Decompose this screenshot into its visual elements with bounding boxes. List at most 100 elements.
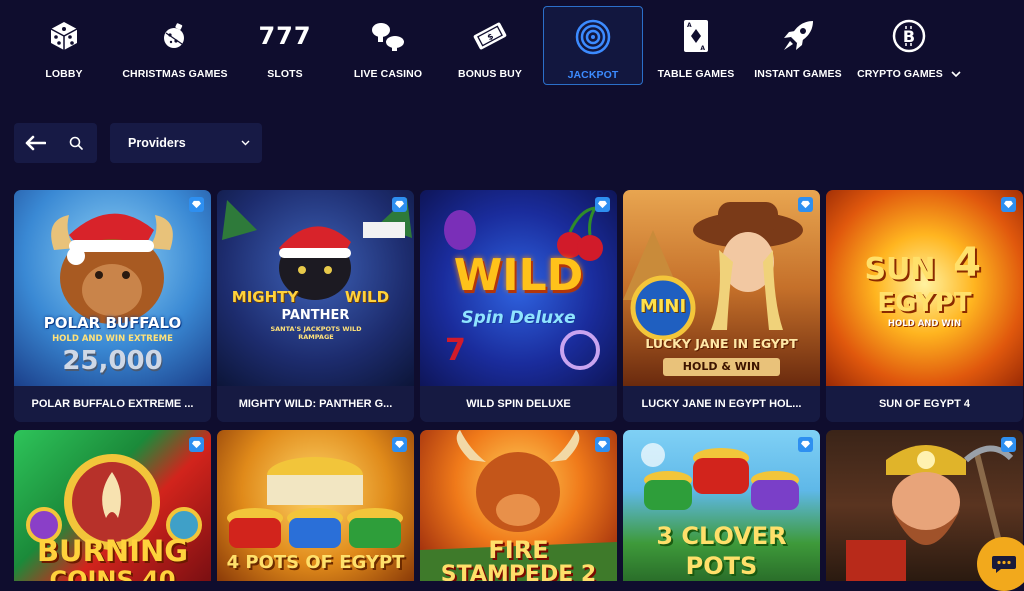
- toolbar-left: [14, 123, 97, 163]
- art-text: STAMPEDE 2: [440, 562, 597, 581]
- art-text: WILD: [453, 250, 584, 301]
- game-thumbnail: 7 WILD Spin Deluxe: [420, 190, 617, 386]
- nav-item-jackpot[interactable]: JACKPOT: [543, 6, 643, 85]
- search-icon: [69, 136, 83, 150]
- jackpot-gem-icon: [392, 197, 407, 212]
- nav-label: TABLE GAMES: [657, 68, 735, 80]
- art-text: 4 POTS OF EGYPT: [226, 552, 405, 573]
- game-title: MIGHTY WILD: PANTHER G...: [217, 386, 414, 422]
- nav-item-crypto-games[interactable]: B CRYPTO GAMES: [857, 6, 961, 85]
- back-button[interactable]: [14, 123, 55, 163]
- nav-item-slots[interactable]: 777 SLOTS: [250, 6, 320, 85]
- game-card-polar-buffalo[interactable]: POLAR BUFFALO HOLD AND WIN EXTREME 25,00…: [14, 190, 211, 422]
- art-text: 4: [953, 240, 981, 286]
- game-card-3-clover-pots[interactable]: 3 CLOVER POTS: [623, 430, 820, 581]
- art-text: LUCKY JANE IN EGYPT: [645, 336, 798, 351]
- nav-label: BONUS BUY: [458, 68, 522, 80]
- game-thumbnail: POLAR BUFFALO HOLD AND WIN EXTREME 25,00…: [14, 190, 211, 386]
- nav-label: CHRISTMAS GAMES: [122, 68, 228, 80]
- art-text: EGYPT: [877, 288, 972, 318]
- jackpot-gem-icon: [1001, 437, 1016, 452]
- art-text: HOLD AND WIN: [887, 319, 962, 329]
- nav-item-instant-games[interactable]: INSTANT GAMES: [754, 6, 842, 85]
- art-text: FIRE: [488, 536, 549, 564]
- game-thumbnail: 3 CLOVER POTS: [623, 430, 820, 581]
- jackpot-gem-icon: [1001, 197, 1016, 212]
- jackpot-gem-icon: [392, 437, 407, 452]
- search-button[interactable]: [55, 123, 96, 163]
- art-text: HOLD & WIN: [663, 358, 780, 376]
- bitcoin-icon: B: [892, 16, 926, 56]
- nav-label: LOBBY: [45, 68, 83, 80]
- art-text: 25,000: [62, 346, 163, 376]
- art-text: MINI: [639, 296, 687, 317]
- svg-text:A: A: [687, 22, 692, 29]
- svg-text:A: A: [700, 45, 705, 52]
- art-text: POTS: [685, 552, 758, 580]
- lucky-jane-illustration: [623, 202, 803, 341]
- art-text: COINS 40: [49, 566, 176, 581]
- art-text: HOLD AND WIN EXTREME: [52, 334, 173, 344]
- target-icon: [575, 17, 611, 57]
- arrow-left-icon: [25, 135, 46, 151]
- nav-item-bonus-buy[interactable]: $ BONUS BUY: [455, 6, 525, 85]
- game-thumbnail: SUN 4 EGYPT HOLD AND WIN: [826, 190, 1023, 386]
- game-card-mighty-wild-panther[interactable]: MIGHTY WILD PANTHER SANTA'S JACKPOTS WIL…: [217, 190, 414, 422]
- jackpot-gem-icon: [798, 197, 813, 212]
- jackpot-gem-icon: [189, 197, 204, 212]
- game-card-fire-stampede-2[interactable]: FIRE STAMPEDE 2: [420, 430, 617, 581]
- art-text: SANTA'S JACKPOTS WILD RAMPAGE: [270, 325, 362, 341]
- game-title: WILD SPIN DELUXE: [420, 386, 617, 422]
- art-text: BURNING: [36, 534, 189, 568]
- game-thumbnail: MINI LUCKY JANE IN EGYPT HOLD & WIN: [623, 190, 820, 386]
- game-card-4-pots-of-egypt[interactable]: 4 POTS OF EGYPT: [217, 430, 414, 581]
- playing-card-icon: AA: [683, 16, 709, 56]
- chevron-down-icon: [241, 140, 250, 146]
- art-text: 3 CLOVER: [656, 522, 787, 550]
- jackpot-gem-icon: [189, 437, 204, 452]
- svg-text:7: 7: [445, 333, 466, 368]
- nav-label: SLOTS: [267, 68, 303, 80]
- chevron-down-icon: [951, 70, 961, 77]
- art-text: POLAR BUFFALO: [43, 314, 182, 332]
- game-card-burning-coins[interactable]: BURNING COINS 40: [14, 430, 211, 581]
- jackpot-gem-icon: [595, 437, 610, 452]
- providers-dropdown[interactable]: Providers: [110, 123, 262, 163]
- game-thumbnail: FIRE STAMPEDE 2: [420, 430, 617, 581]
- nav-item-table-games[interactable]: AA TABLE GAMES: [656, 6, 736, 85]
- ticket-icon: $: [472, 16, 508, 56]
- live-chat-button[interactable]: [977, 537, 1024, 591]
- game-thumbnail: MIGHTY WILD PANTHER SANTA'S JACKPOTS WIL…: [217, 190, 414, 386]
- game-card-sun-of-egypt-4[interactable]: SUN 4 EGYPT HOLD AND WIN SUN OF EGYPT 4: [826, 190, 1023, 422]
- jackpot-gem-icon: [595, 197, 610, 212]
- seven-seven-seven-icon: 777: [258, 22, 312, 50]
- nav-item-live-casino[interactable]: LIVE CASINO: [350, 6, 426, 85]
- art-text: Spin Deluxe: [461, 308, 576, 328]
- rocket-icon: [781, 16, 815, 56]
- nav-label: LIVE CASINO: [353, 68, 423, 80]
- game-title: LUCKY JANE IN EGYPT HOL...: [623, 386, 820, 422]
- art-text: WILD: [344, 288, 390, 306]
- art-text: MIGHTY: [231, 288, 299, 306]
- game-thumbnail: 4 POTS OF EGYPT: [217, 430, 414, 581]
- christmas-ornament-icon: [162, 16, 188, 56]
- nav-label-text: CRYPTO GAMES: [857, 68, 943, 80]
- nav-label: CRYPTO GAMES: [857, 68, 961, 80]
- mushroom-chips-icon: [370, 16, 406, 56]
- chat-bubble-icon: [992, 556, 1016, 573]
- game-thumbnail: BURNING COINS 40: [14, 430, 211, 581]
- nav-item-christmas-games[interactable]: CHRISTMAS GAMES: [122, 6, 228, 85]
- art-text: SUN: [864, 252, 936, 287]
- dice-icon: [49, 16, 79, 56]
- game-title: SUN OF EGYPT 4: [826, 386, 1023, 422]
- nav-label: JACKPOT: [567, 69, 619, 81]
- game-card-wild-spin-deluxe[interactable]: 7 WILD Spin Deluxe WILD SPIN DELUXE: [420, 190, 617, 422]
- jackpot-gem-icon: [798, 437, 813, 452]
- game-card-lucky-jane-in-egypt[interactable]: MINI LUCKY JANE IN EGYPT HOLD & WIN LUCK…: [623, 190, 820, 422]
- nav-label: INSTANT GAMES: [754, 68, 842, 80]
- category-nav: LOBBY CHRISTMAS GAMES 777 SLOTS LIVE CAS…: [0, 0, 1024, 92]
- art-text: PANTHER: [281, 308, 350, 323]
- svg-text:B: B: [903, 27, 915, 46]
- nav-item-lobby[interactable]: LOBBY: [24, 6, 104, 85]
- providers-label: Providers: [128, 136, 186, 150]
